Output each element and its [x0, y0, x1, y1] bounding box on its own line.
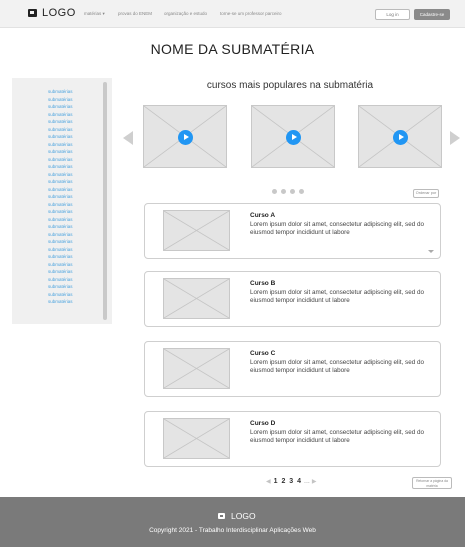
- sidebar-item-submateria[interactable]: submatérias: [48, 223, 102, 231]
- sidebar-item-submateria[interactable]: submatérias: [48, 246, 102, 254]
- page-number[interactable]: 4: [297, 478, 301, 485]
- carousel-slide[interactable]: [143, 105, 227, 168]
- sidebar-item-submateria[interactable]: submatérias: [48, 148, 102, 156]
- sidebar-item-submateria[interactable]: submatérias: [48, 298, 102, 306]
- sidebar-item-submateria[interactable]: submatérias: [48, 291, 102, 299]
- course-description: Lorem ipsum dolor sit amet, consectetur …: [250, 359, 424, 374]
- nav-provas-enem[interactable]: provas do ENEM: [118, 11, 152, 16]
- carousel-dot[interactable]: [299, 189, 304, 194]
- sidebar-item-submateria[interactable]: submatérias: [48, 193, 102, 201]
- sidebar-item-submateria[interactable]: submatérias: [48, 276, 102, 284]
- play-icon[interactable]: [393, 130, 408, 145]
- course-card[interactable]: Curso A Lorem ipsum dolor sit amet, cons…: [144, 203, 441, 259]
- carousel-slide[interactable]: [251, 105, 335, 168]
- pagination: ◀ 1 2 3 4 ... ▶: [266, 478, 316, 485]
- sidebar-item-submateria[interactable]: submatérias: [48, 141, 102, 149]
- page-title: NOME DA SUBMATÉRIA: [150, 41, 315, 57]
- image-placeholder-icon: [164, 279, 229, 318]
- sidebar-item-submateria[interactable]: submatérias: [48, 171, 102, 179]
- sidebar-item-submateria[interactable]: submatérias: [48, 253, 102, 261]
- logo-text[interactable]: LOGO: [42, 7, 76, 19]
- carousel-dots: [272, 181, 308, 199]
- sidebar-item-submateria[interactable]: submatérias: [48, 261, 102, 269]
- sidebar-item-submateria[interactable]: submatérias: [48, 186, 102, 194]
- play-icon[interactable]: [286, 130, 301, 145]
- section-title: cursos mais populares na submatéria: [206, 80, 374, 91]
- sidebar-item-submateria[interactable]: submatérias: [48, 201, 102, 209]
- course-title: Curso B: [250, 280, 276, 287]
- sidebar-item-submateria[interactable]: submatérias: [48, 156, 102, 164]
- course-thumbnail: [163, 418, 230, 459]
- sidebar-item-submateria[interactable]: submatérias: [48, 103, 102, 111]
- chevron-left-icon[interactable]: [123, 131, 133, 145]
- carousel-slide[interactable]: [358, 105, 442, 168]
- back-to-subject-button[interactable]: Retornar a página da matéria: [412, 477, 452, 489]
- sidebar-item-submateria[interactable]: submatérias: [48, 163, 102, 171]
- play-icon[interactable]: [178, 130, 193, 145]
- course-title: Curso D: [250, 420, 276, 427]
- sidebar-item-submateria[interactable]: submatérias: [48, 208, 102, 216]
- login-button[interactable]: Log in: [375, 9, 410, 20]
- sidebar-item-submateria[interactable]: submatérias: [48, 216, 102, 224]
- signup-button[interactable]: Cadastre-se: [414, 9, 450, 20]
- nav-professor-parceiro[interactable]: torne-se um professor parceiro: [220, 11, 282, 16]
- sidebar-item-submateria[interactable]: submatérias: [48, 88, 102, 96]
- sidebar-item-submateria[interactable]: submatérias: [48, 126, 102, 134]
- course-thumbnail: [163, 348, 230, 389]
- image-placeholder-icon: [164, 349, 229, 388]
- page-number[interactable]: 3: [289, 478, 293, 485]
- chevron-right-icon[interactable]: [450, 131, 460, 145]
- page-ellipsis: ...: [304, 478, 310, 485]
- footer: LOGO Copyright 2021 - Trabalho Interdisc…: [0, 497, 465, 547]
- course-thumbnail: [163, 210, 230, 251]
- sidebar-item-submateria[interactable]: submatérias: [48, 96, 102, 104]
- nav-organizacao-estudo[interactable]: organização e estudo: [164, 11, 207, 16]
- page-number[interactable]: 1: [274, 478, 278, 485]
- sidebar-item-submateria[interactable]: submatérias: [48, 283, 102, 291]
- sidebar-item-submateria[interactable]: submatérias: [48, 268, 102, 276]
- footer-logo-text: LOGO: [231, 511, 256, 521]
- next-page-icon[interactable]: ▶: [312, 479, 317, 485]
- sidebar-list: submatérias submatérias submatérias submaté…: [48, 88, 102, 306]
- image-placeholder-icon: [164, 211, 229, 250]
- carousel-dot[interactable]: [272, 189, 277, 194]
- sidebar-item-submateria[interactable]: submatérias: [48, 118, 102, 126]
- sidebar-item-submateria[interactable]: submatérias: [48, 238, 102, 246]
- course-card[interactable]: Curso B Lorem ipsum dolor sit amet, cons…: [144, 271, 441, 327]
- image-placeholder-icon: [164, 419, 229, 458]
- sidebar: submatérias submatérias submatérias submaté…: [12, 78, 112, 324]
- logo-icon[interactable]: [28, 9, 37, 17]
- sidebar-item-submateria[interactable]: submatérias: [48, 231, 102, 239]
- chevron-down-icon[interactable]: [428, 250, 434, 253]
- sidebar-item-submateria[interactable]: submatérias: [48, 133, 102, 141]
- carousel-dot[interactable]: [281, 189, 286, 194]
- course-description: Lorem ipsum dolor sit amet, consectetur …: [250, 429, 424, 444]
- prev-page-icon[interactable]: ◀: [266, 479, 271, 485]
- footer-logo-icon: [218, 513, 225, 519]
- footer-copyright: Copyright 2021 - Trabalho Interdisciplin…: [149, 527, 316, 534]
- course-title: Curso C: [250, 350, 276, 357]
- sidebar-item-submateria[interactable]: submatérias: [48, 111, 102, 119]
- page-number[interactable]: 2: [281, 478, 285, 485]
- carousel-dot[interactable]: [290, 189, 295, 194]
- sort-button[interactable]: Ordenar por: [413, 189, 439, 198]
- course-description: Lorem ipsum dolor sit amet, consectetur …: [250, 221, 424, 236]
- course-title: Curso A: [250, 212, 276, 219]
- course-card[interactable]: Curso C Lorem ipsum dolor sit amet, cons…: [144, 341, 441, 397]
- top-navbar: LOGO matérias ▾ provas do ENEM organizaç…: [0, 0, 465, 28]
- nav-materias[interactable]: matérias ▾: [84, 11, 105, 17]
- course-description: Lorem ipsum dolor sit amet, consectetur …: [250, 289, 424, 304]
- course-card[interactable]: Curso D Lorem ipsum dolor sit amet, cons…: [144, 411, 441, 467]
- sidebar-scrollbar[interactable]: [103, 82, 107, 320]
- sidebar-item-submateria[interactable]: submatérias: [48, 178, 102, 186]
- course-thumbnail: [163, 278, 230, 319]
